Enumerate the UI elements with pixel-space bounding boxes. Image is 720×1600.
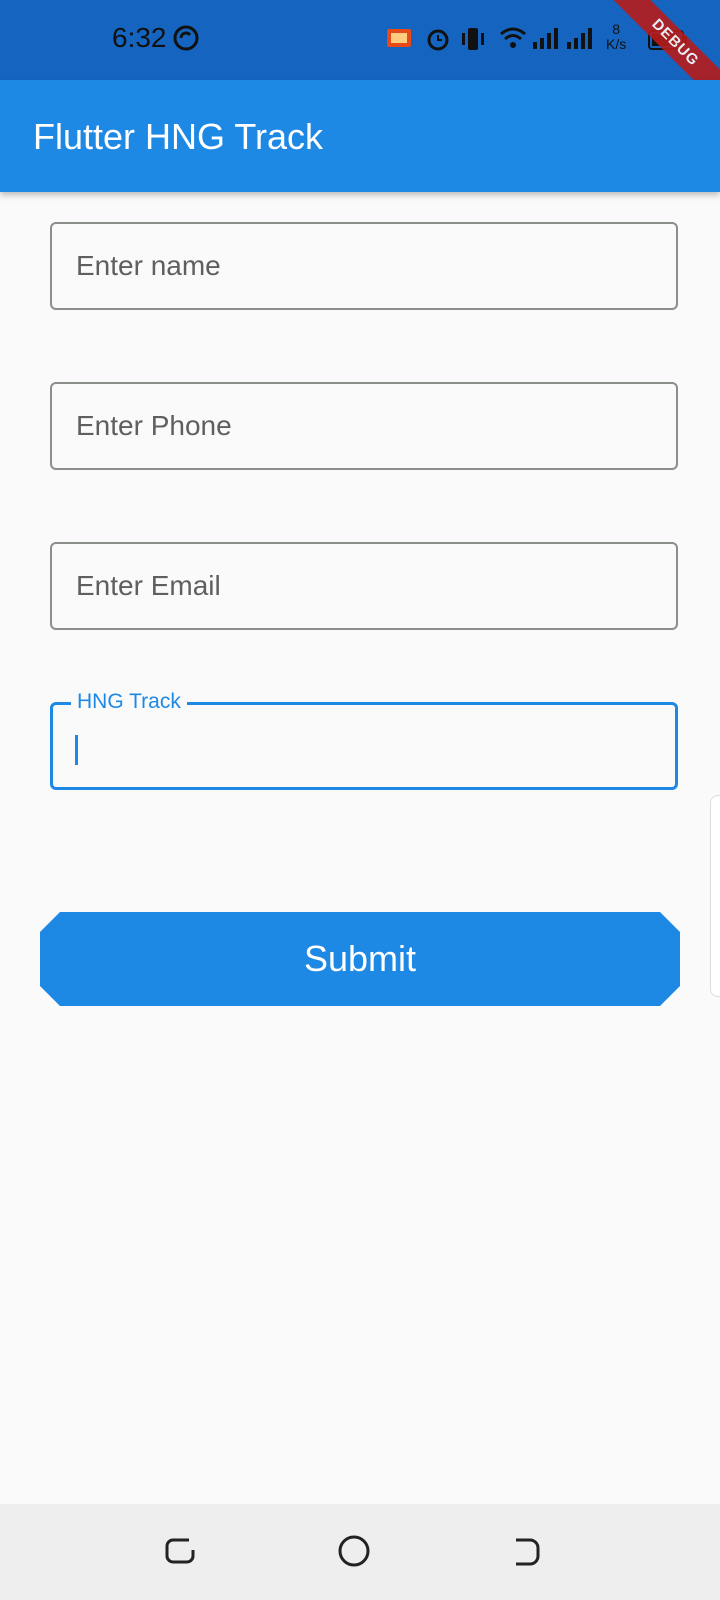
edge-panel-handle[interactable]	[710, 795, 720, 997]
signal-icon	[532, 26, 560, 55]
status-time: 6:32	[112, 22, 167, 53]
hng-track-field[interactable]: HNG Track	[50, 690, 678, 790]
recents-icon[interactable]	[163, 1534, 203, 1570]
status-bar: 6:32 8 K/s DEBUG	[0, 0, 720, 113]
back-icon[interactable]	[508, 1534, 548, 1570]
vibrate-icon	[460, 26, 486, 57]
submit-button[interactable]: Submit	[40, 912, 680, 1006]
email-input[interactable]	[52, 544, 676, 628]
navigation-bar	[0, 1504, 720, 1600]
phone-input[interactable]	[52, 384, 676, 468]
network-speed-unit: K/s	[606, 36, 627, 52]
app-bar: Flutter HNG Track	[0, 80, 720, 192]
home-icon[interactable]	[336, 1534, 376, 1570]
name-field[interactable]	[50, 222, 678, 310]
name-input[interactable]	[52, 224, 676, 308]
alarm-icon	[426, 26, 450, 57]
wifi-icon	[500, 26, 526, 55]
phone-field[interactable]	[50, 382, 678, 470]
hng-track-input[interactable]	[53, 705, 675, 787]
sync-icon	[172, 24, 200, 57]
email-field[interactable]	[50, 542, 678, 630]
network-speed-value: 8	[612, 21, 621, 37]
cast-icon	[386, 28, 412, 55]
app-title: Flutter HNG Track	[33, 116, 324, 157]
network-speed: 8 K/s	[606, 22, 626, 52]
signal-icon	[566, 26, 594, 55]
